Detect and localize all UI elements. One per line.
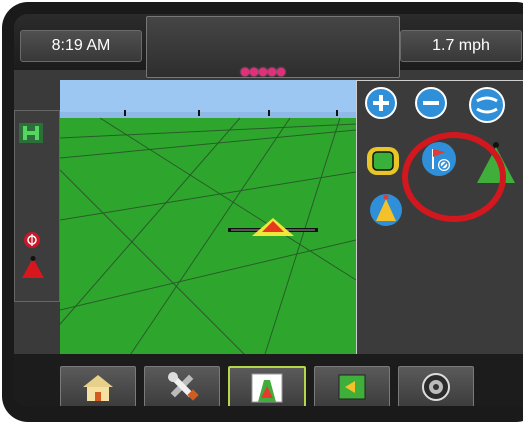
field-perspective-canvas: [60, 80, 356, 370]
status-led: [277, 68, 285, 76]
camera-icon: [422, 373, 450, 401]
view-controls-panel: [356, 80, 523, 372]
h-mode-icon[interactable]: [19, 123, 43, 143]
top-status-bar: 8:19 AM 1.7 mph: [14, 14, 523, 78]
status-led: [241, 68, 249, 76]
tab-field-map[interactable]: [314, 366, 390, 406]
highlight-ring: [402, 132, 506, 222]
speed-display: 1.7 mph: [400, 30, 522, 62]
status-led: [259, 68, 267, 76]
red-warning-icon[interactable]: [23, 231, 41, 249]
home-icon: [83, 375, 113, 401]
guidance-triangle-icon[interactable]: [369, 191, 403, 227]
tab-home[interactable]: [60, 366, 136, 406]
status-panel[interactable]: [146, 16, 400, 78]
screen: 8:19 AM 1.7 mph: [14, 14, 523, 406]
route-switch-icon[interactable]: [469, 87, 505, 123]
field-map-icon: [338, 374, 366, 400]
tools-icon: [168, 372, 199, 401]
zoom-out-icon[interactable]: [415, 87, 447, 119]
tab-tools[interactable]: [144, 366, 220, 406]
status-led: [250, 68, 258, 76]
status-leds: [241, 68, 285, 76]
tab-guidance[interactable]: [228, 366, 306, 406]
tab-camera[interactable]: [398, 366, 474, 406]
guidance-view-icon: [251, 373, 283, 403]
guidance-3d-view[interactable]: [60, 80, 356, 370]
left-rail: [14, 110, 60, 302]
time-display: 8:19 AM: [20, 30, 142, 62]
boundary-map-icon[interactable]: [365, 143, 401, 179]
red-vehicle-triangle-icon[interactable]: [20, 256, 46, 280]
status-led: [268, 68, 276, 76]
zoom-in-icon[interactable]: [365, 87, 397, 119]
